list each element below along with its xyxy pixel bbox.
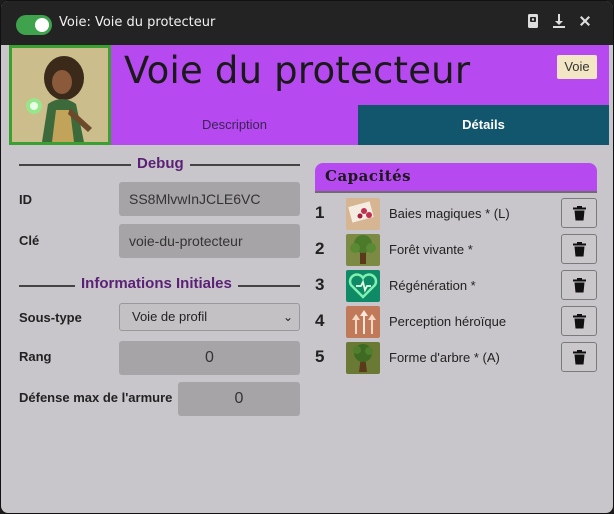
capacities-heading: Capacités	[325, 167, 412, 185]
id-field[interactable]: SS8MlvwInJCLE6VC	[119, 182, 300, 216]
subtype-label: Sous-type	[19, 310, 82, 325]
capacity-row: 3 Régénération *	[315, 269, 597, 303]
delete-button[interactable]	[561, 342, 597, 372]
capacity-name[interactable]: Perception héroïque	[389, 314, 506, 329]
item-sheet-window: Voie: Voie du protecteur Voie du protect…	[0, 0, 614, 514]
id-label: ID	[19, 192, 32, 207]
trash-icon	[573, 350, 586, 365]
trash-icon	[573, 206, 586, 221]
sheet-header: Voie du protecteur Voie Description Déta…	[9, 45, 609, 145]
arrows-up-icon[interactable]	[346, 306, 380, 338]
rank-label: Rang	[19, 349, 52, 364]
capacity-row: 1 Baies magiques * (L)	[315, 197, 597, 231]
chevron-down-icon: ⌄	[282, 310, 293, 324]
rank-field[interactable]: 0	[119, 341, 300, 375]
portrait-image[interactable]	[9, 45, 111, 145]
key-field[interactable]: voie-du-protecteur	[119, 224, 300, 258]
capacities-divider	[315, 191, 597, 193]
details-panel: Debug ID SS8MlvwInJCLE6VC Clé voie-du-pr…	[9, 145, 609, 507]
capacity-row: 4 Perception héroïque	[315, 305, 597, 339]
capacity-name[interactable]: Forêt vivante *	[389, 242, 473, 257]
trash-icon	[573, 314, 586, 329]
berries-icon[interactable]	[346, 198, 380, 230]
window-title: Voie: Voie du protecteur	[59, 15, 216, 30]
living-tree-icon[interactable]	[346, 234, 380, 266]
compendium-icon[interactable]	[523, 13, 543, 33]
subtype-value: Voie de profil	[132, 309, 208, 324]
capacities-header: Capacités	[315, 163, 597, 191]
download-icon[interactable]	[549, 13, 569, 33]
tab-details[interactable]: Détails	[358, 105, 609, 145]
key-label: Clé	[19, 233, 40, 248]
tab-description[interactable]: Description	[111, 105, 358, 145]
trash-icon	[573, 242, 586, 257]
item-type-badge: Voie	[557, 55, 597, 79]
delete-button[interactable]	[561, 270, 597, 300]
heart-heal-icon[interactable]	[346, 270, 380, 302]
sheet-toggle[interactable]	[16, 15, 52, 35]
capacity-number: 4	[315, 311, 325, 330]
capacity-name[interactable]: Régénération *	[389, 278, 476, 293]
initial-info-heading: Informations Initiales	[75, 275, 238, 292]
capacity-name[interactable]: Baies magiques * (L)	[389, 206, 510, 221]
capacity-row: 2 Forêt vivante *	[315, 233, 597, 267]
window-titlebar: Voie: Voie du protecteur	[1, 1, 613, 45]
close-icon[interactable]	[575, 13, 595, 33]
capacity-number: 2	[315, 239, 325, 258]
page-title: Voie du protecteur	[124, 49, 471, 92]
delete-button[interactable]	[561, 198, 597, 228]
capacity-number: 3	[315, 275, 325, 294]
trash-icon	[573, 278, 586, 293]
delete-button[interactable]	[561, 234, 597, 264]
capacity-number: 5	[315, 347, 325, 366]
capacity-row: 5 Forme d'arbre * (A)	[315, 341, 597, 375]
subtype-select[interactable]: Voie de profil ⌄	[119, 303, 300, 331]
armor-max-field[interactable]: 0	[178, 382, 300, 416]
debug-heading: Debug	[131, 155, 190, 172]
capacity-name[interactable]: Forme d'arbre * (A)	[389, 350, 500, 365]
delete-button[interactable]	[561, 306, 597, 336]
capacity-number: 1	[315, 203, 325, 222]
armor-max-label: Défense max de l'armure	[19, 390, 173, 405]
tree-form-icon[interactable]	[346, 342, 380, 374]
